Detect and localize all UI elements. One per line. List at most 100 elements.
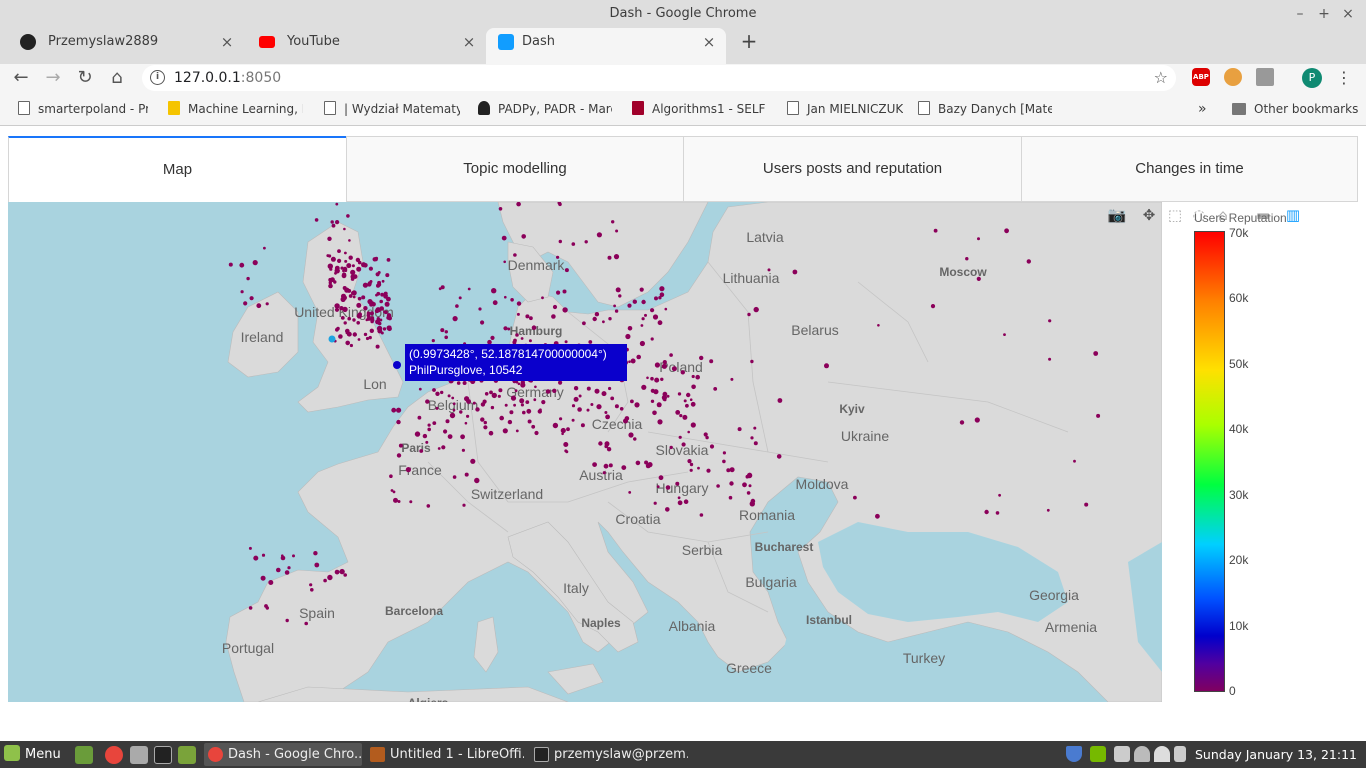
- user-location-dot[interactable]: [488, 430, 494, 436]
- user-location-dot[interactable]: [687, 459, 692, 464]
- user-location-dot[interactable]: [398, 443, 403, 448]
- user-location-dot[interactable]: [474, 477, 480, 484]
- pan-icon[interactable]: ✥: [1138, 204, 1160, 226]
- user-location-dot[interactable]: [974, 417, 980, 423]
- user-location-dot[interactable]: [558, 380, 563, 385]
- camera-launcher-icon[interactable]: [130, 746, 148, 764]
- user-location-dot[interactable]: [657, 419, 663, 425]
- user-location-dot[interactable]: [260, 575, 266, 581]
- user-location-dot[interactable]: [571, 418, 575, 422]
- user-location-dot[interactable]: [334, 271, 337, 275]
- user-location-dot[interactable]: [480, 320, 485, 325]
- user-location-dot[interactable]: [608, 386, 612, 391]
- user-location-dot[interactable]: [377, 328, 383, 334]
- user-location-dot[interactable]: [645, 463, 651, 469]
- user-location-dot[interactable]: [677, 496, 681, 500]
- user-location-dot[interactable]: [369, 280, 373, 283]
- user-location-dot[interactable]: [348, 255, 353, 260]
- user-location-dot[interactable]: [933, 228, 938, 233]
- user-location-dot[interactable]: [456, 381, 461, 385]
- user-location-dot[interactable]: [628, 491, 632, 494]
- tab-changes-in-time[interactable]: Changes in time: [1021, 136, 1358, 202]
- user-location-dot[interactable]: [699, 355, 704, 361]
- user-location-dot[interactable]: [737, 427, 742, 432]
- user-location-dot[interactable]: [691, 384, 696, 390]
- user-location-dot[interactable]: [699, 513, 704, 517]
- user-location-dot[interactable]: [995, 511, 1000, 515]
- user-location-dot[interactable]: [498, 207, 503, 211]
- user-location-dot[interactable]: [640, 324, 644, 327]
- user-location-dot[interactable]: [375, 319, 381, 325]
- user-location-dot[interactable]: [1073, 459, 1076, 463]
- user-location-dot[interactable]: [627, 303, 632, 308]
- minimize-icon[interactable]: –: [1288, 0, 1312, 28]
- taskbar-clock[interactable]: Sunday January 13, 21:11: [1195, 741, 1357, 768]
- user-location-dot[interactable]: [531, 424, 536, 429]
- extension-owl-icon[interactable]: [1224, 68, 1242, 86]
- user-location-dot[interactable]: [930, 304, 936, 309]
- user-location-dot[interactable]: [606, 447, 612, 452]
- user-location-dot[interactable]: [534, 430, 539, 436]
- user-location-dot[interactable]: [792, 269, 798, 275]
- user-location-dot[interactable]: [352, 295, 356, 299]
- user-location-dot[interactable]: [276, 567, 281, 573]
- user-location-dot[interactable]: [665, 507, 670, 512]
- wifi-icon[interactable]: [1154, 746, 1170, 762]
- user-location-dot[interactable]: [690, 422, 696, 428]
- user-location-dot[interactable]: [1048, 319, 1052, 323]
- user-location-dot[interactable]: [594, 388, 600, 394]
- user-location-dot[interactable]: [440, 328, 445, 333]
- user-location-dot[interactable]: [261, 553, 266, 557]
- user-location-dot[interactable]: [633, 437, 637, 441]
- user-location-dot[interactable]: [330, 220, 334, 224]
- bookmark-item[interactable]: Jan MIELNICZUK: [787, 94, 903, 124]
- user-location-dot[interactable]: [344, 269, 348, 272]
- user-location-dot[interactable]: [375, 293, 378, 297]
- user-location-dot[interactable]: [615, 287, 621, 293]
- browser-tab-dash[interactable]: Dash ×: [486, 28, 726, 64]
- user-location-dot[interactable]: [328, 283, 333, 289]
- user-location-dot[interactable]: [438, 287, 442, 291]
- user-location-dot[interactable]: [659, 286, 665, 292]
- user-location-dot[interactable]: [613, 254, 620, 260]
- user-location-dot[interactable]: [417, 415, 422, 420]
- user-location-dot[interactable]: [498, 388, 503, 393]
- adblock-plus-icon[interactable]: ABP: [1192, 68, 1210, 86]
- address-bar[interactable]: i 127.0.0.1:8050 ☆: [142, 65, 1176, 91]
- user-location-dot[interactable]: [466, 399, 471, 404]
- user-location-dot[interactable]: [489, 390, 493, 395]
- user-location-dot[interactable]: [552, 304, 558, 310]
- user-location-dot[interactable]: [611, 220, 615, 224]
- user-location-dot[interactable]: [268, 580, 274, 585]
- user-location-dot[interactable]: [340, 316, 345, 320]
- user-location-dot[interactable]: [336, 326, 340, 331]
- user-location-dot[interactable]: [368, 266, 373, 271]
- chrome-launcher-icon[interactable]: [105, 746, 123, 764]
- user-location-dot[interactable]: [383, 294, 388, 299]
- user-location-dot[interactable]: [977, 237, 980, 241]
- user-location-dot[interactable]: [1084, 502, 1089, 507]
- user-location-dot[interactable]: [338, 334, 343, 339]
- user-location-dot[interactable]: [491, 288, 497, 294]
- user-location-dot[interactable]: [375, 344, 380, 349]
- user-location-dot[interactable]: [551, 314, 556, 319]
- user-location-dot[interactable]: [452, 475, 457, 479]
- user-location-dot[interactable]: [965, 257, 969, 261]
- user-location-dot[interactable]: [560, 427, 566, 434]
- user-location-dot[interactable]: [1026, 259, 1031, 264]
- user-location-dot[interactable]: [603, 463, 609, 469]
- user-location-dot[interactable]: [357, 312, 362, 317]
- user-location-dot[interactable]: [520, 337, 524, 340]
- user-location-dot[interactable]: [1046, 508, 1050, 512]
- user-location-dot[interactable]: [716, 484, 720, 488]
- user-location-dot[interactable]: [516, 312, 520, 316]
- hovered-user-dot[interactable]: [393, 361, 401, 369]
- user-location-dot[interactable]: [343, 573, 348, 577]
- user-location-dot[interactable]: [746, 472, 753, 479]
- user-location-dot[interactable]: [604, 441, 610, 447]
- user-location-dot[interactable]: [452, 402, 456, 406]
- user-location-dot[interactable]: [654, 296, 658, 301]
- user-location-dot[interactable]: [730, 377, 734, 381]
- bookmark-item[interactable]: | Wydział Matematy: [324, 94, 460, 124]
- browser-tab-youtube[interactable]: YouTube ×: [243, 28, 486, 64]
